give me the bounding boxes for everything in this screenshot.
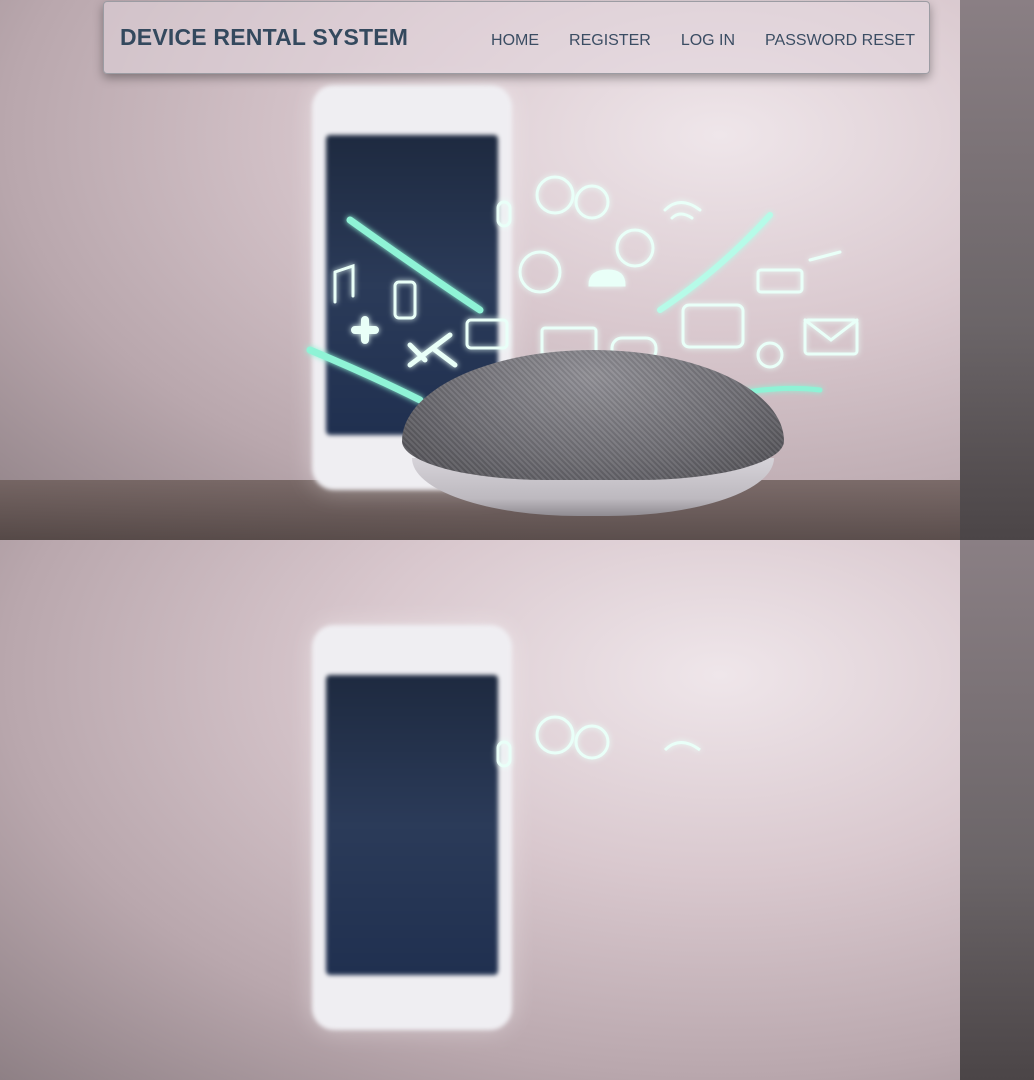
smart-speaker-image xyxy=(402,350,784,520)
nav-password-reset-link[interactable]: PASSWORD RESET xyxy=(765,32,915,50)
nav-register-link[interactable]: REGISTER xyxy=(569,32,651,50)
nav-home-link[interactable]: HOME xyxy=(491,32,539,50)
brand-title[interactable]: DEVICE RENTAL SYSTEM xyxy=(120,24,408,51)
nav-links: HOME REGISTER LOG IN PASSWORD RESET xyxy=(491,32,915,50)
background-tile-1 xyxy=(0,0,960,540)
background-tile-side-1 xyxy=(960,0,1034,540)
app-icons-glow xyxy=(300,700,880,950)
top-navbar: DEVICE RENTAL SYSTEM HOME REGISTER LOG I… xyxy=(103,1,930,74)
background-tile-2 xyxy=(0,540,960,1080)
background-tile-side-2 xyxy=(960,540,1034,1080)
nav-login-link[interactable]: LOG IN xyxy=(681,32,735,50)
